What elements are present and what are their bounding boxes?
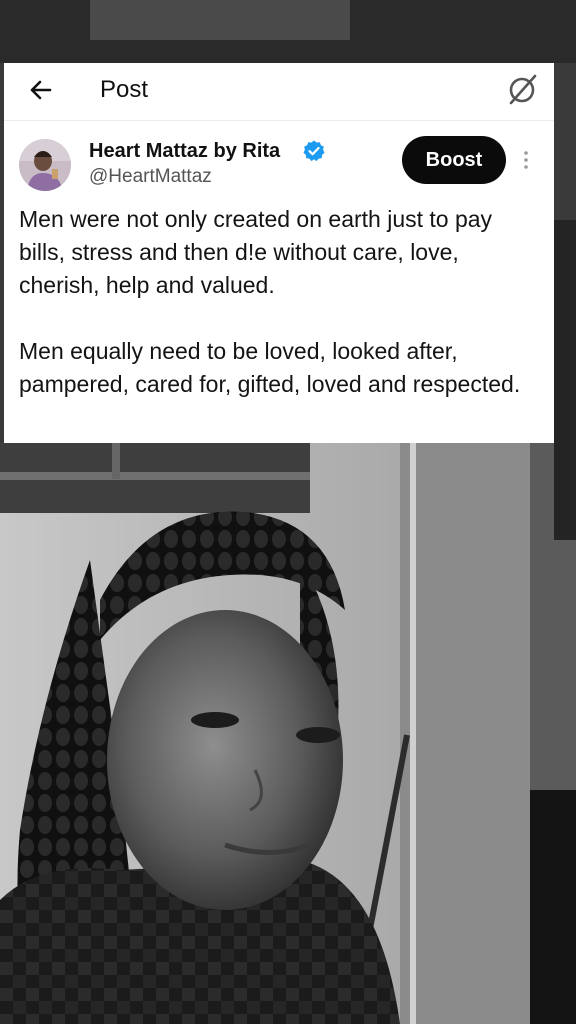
post-header-bar: Post	[4, 63, 554, 121]
boost-button[interactable]: Boost	[402, 136, 506, 184]
author-name[interactable]: Heart Mattaz by Rita	[89, 139, 280, 163]
page-title: Post	[100, 76, 149, 103]
post-paragraph: Men were not only created on earth just …	[19, 206, 493, 298]
slash-circle-icon[interactable]	[504, 71, 540, 107]
author-handle[interactable]: @HeartMattaz	[89, 165, 212, 189]
verified-badge-icon	[303, 140, 325, 162]
post-paragraph: Men equally need to be loved, looked aft…	[19, 338, 521, 397]
back-arrow-icon[interactable]	[24, 73, 58, 107]
avatar[interactable]	[19, 139, 71, 191]
post-card: Post Heart Mattaz by Rita @HeartMattaz B…	[4, 63, 554, 443]
post-text: Men were not only created on earth just …	[19, 203, 544, 401]
more-vertical-icon[interactable]	[518, 147, 534, 175]
